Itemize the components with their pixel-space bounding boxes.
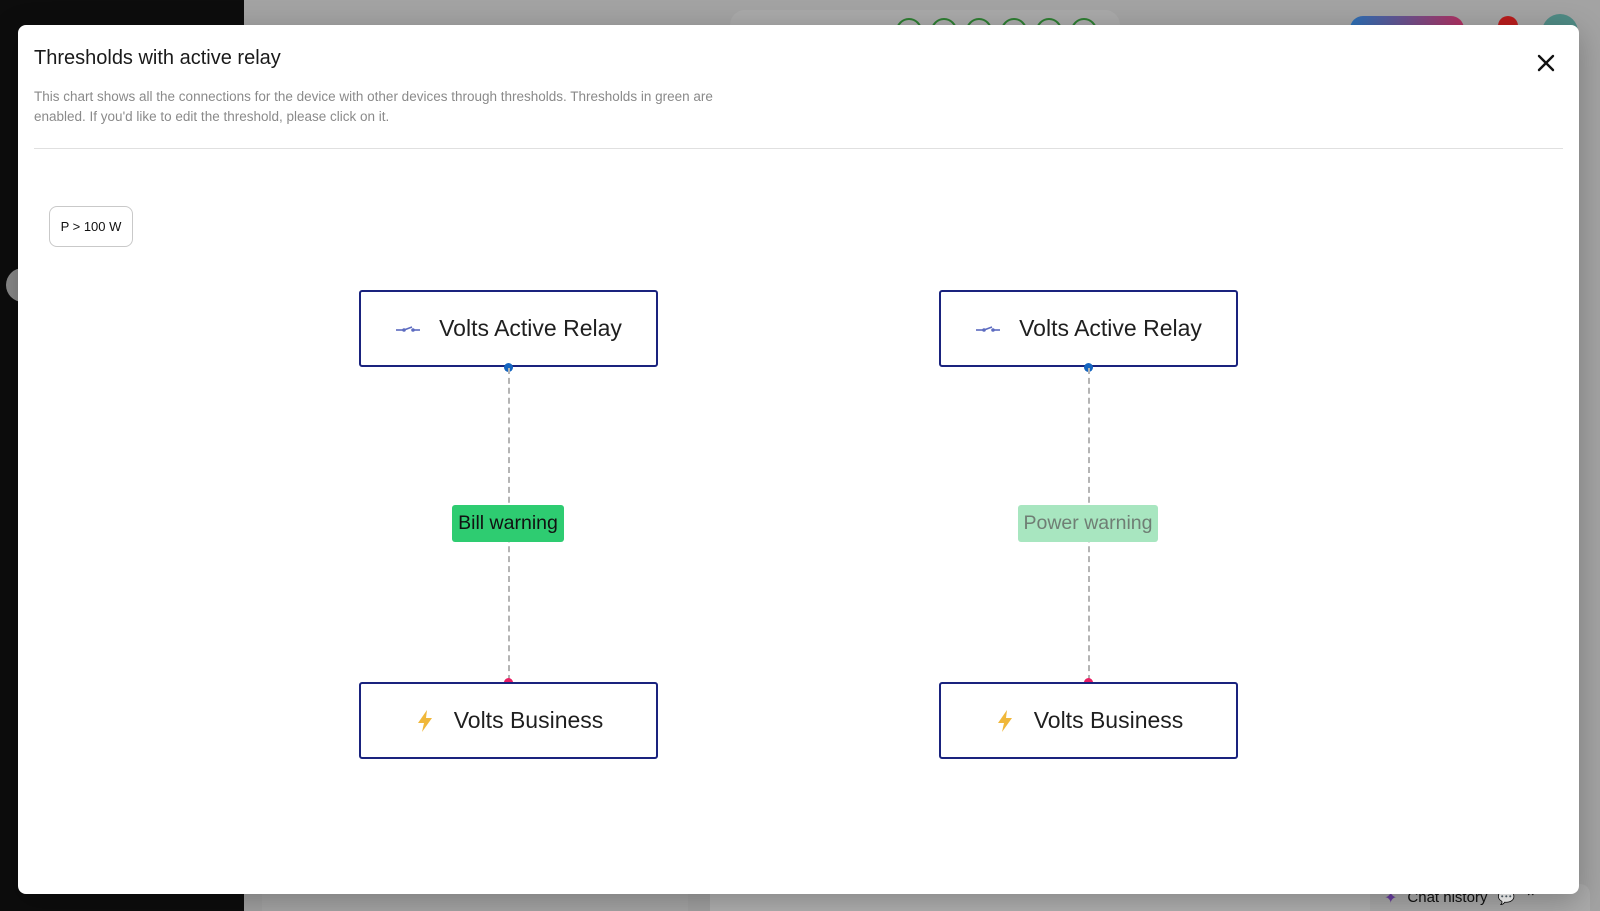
source-node-label: Volts Active Relay [439,315,622,341]
source-node-label: Volts Active Relay [1019,315,1202,341]
threshold-edge-label[interactable]: Bill warning [452,505,564,542]
modal-title: Thresholds with active relay [34,47,281,69]
threshold-edge-label[interactable]: Power warning [1018,505,1158,542]
header-divider [34,148,1563,149]
close-icon [1537,54,1555,72]
threshold-chip[interactable]: P > 100 W [49,206,133,247]
target-node-label: Volts Business [1033,707,1184,733]
source-node[interactable]: Volts Active Relay [359,290,658,367]
source-node[interactable]: Volts Active Relay [939,290,1238,367]
lightning-icon [417,709,432,732]
target-node[interactable]: Volts Business [359,682,658,759]
target-node[interactable]: Volts Business [939,682,1238,759]
thresholds-modal: Thresholds with active relay This chart … [18,25,1579,894]
lightning-icon [997,709,1012,732]
relay-icon [976,325,1001,332]
target-node-label: Volts Business [453,707,604,733]
relay-icon [396,325,421,332]
modal-description: This chart shows all the connections for… [34,89,713,124]
close-button[interactable] [1532,49,1560,77]
